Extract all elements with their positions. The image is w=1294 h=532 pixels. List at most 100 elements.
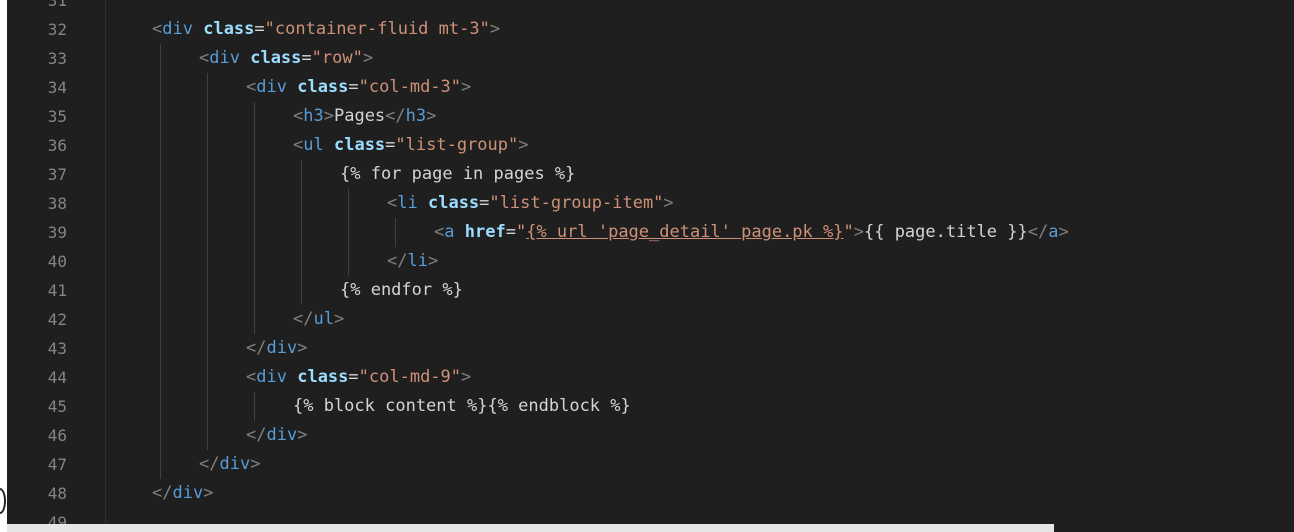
code-line[interactable]: <div class="col-md-3"> [246,73,471,102]
code-token-attr: class [297,367,349,387]
code-token-tag: li [397,193,418,213]
code-token-punct: > [323,106,334,126]
code-token-eq: = [301,48,312,68]
code-line[interactable]: <ul class="list-group"> [293,131,529,160]
horizontal-scrollbar[interactable] [7,524,1054,532]
code-token-attr: href [464,222,506,242]
code-token-tag: h3 [405,106,427,126]
code-token-tag: ul [303,135,324,155]
code-token-punct: > [333,309,345,329]
code-token-punct: < [152,19,163,39]
code-token-tag: div [256,367,287,387]
code-token-attr: class [427,193,480,213]
code-token-eq: = [254,19,265,39]
code-token-tag: div [256,77,287,97]
code-token-link: {% url 'page_detail' page.pk %} [526,222,844,242]
code-line[interactable]: </div> [199,450,260,479]
code-token-str: " [843,222,854,242]
code-token-punct: < [434,222,445,242]
code-token-punct: > [297,338,308,358]
code-token-attr: class [203,19,255,39]
code-line[interactable]: {% for page in pages %} [340,160,575,189]
code-line[interactable]: </ul> [293,305,344,334]
code-token-punct: > [362,48,374,68]
code-token-eq: = [505,222,516,242]
code-token-eq: = [348,77,359,97]
indent-guide [207,73,208,450]
code-token-txt: {% block content %}{% endblock %} [293,396,631,416]
code-token-tag: div [219,454,251,474]
code-token-tag: div [209,48,240,68]
code-line[interactable]: {% block content %}{% endblock %} [293,392,631,421]
indent-guide [254,392,255,421]
code-editor[interactable]: 31 32 33 34 35 36 37 38 39 40 41 42 43 44 45 46 47 48 49 <… [7,0,1294,532]
code-token-punct: </ [387,251,408,271]
indent-guide [348,189,349,276]
code-line[interactable]: {% endfor %} [340,276,463,305]
code-token-punct: </ [1027,222,1049,242]
code-area[interactable]: <div class="container-fluid mt-3"> <div c… [7,0,1294,532]
code-line[interactable]: <a href="{% url 'page_detail' page.pk %}… [434,218,1069,247]
code-token-punct: < [293,135,304,155]
code-token-punct: > [489,19,501,39]
code-token-punct: < [387,193,398,213]
code-token-tag: div [162,19,193,39]
code-token-txt: Pages [333,106,386,126]
code-token-punct: > [250,454,261,474]
code-token-punct: > [461,367,472,387]
code-token-str: "col-md-9" [358,367,462,387]
code-token-punct: > [426,106,437,126]
indent-guide [160,44,161,479]
edge-glyph [0,488,6,514]
code-token-str: "list-group" [395,135,519,155]
code-token-str: "list-group-item" [489,193,664,213]
code-line[interactable]: <div class="row"> [199,44,373,73]
code-token-tag: div [266,425,298,445]
code-token-tag: a [444,222,455,242]
code-token-str: "col-md-3" [358,77,462,97]
code-token-punct: </ [152,483,173,503]
code-token-str: "container-fluid mt-3" [264,19,490,39]
code-token-punct: </ [293,309,314,329]
code-token-punct: </ [385,106,406,126]
code-line[interactable]: </div> [246,421,307,450]
code-line[interactable]: </div> [152,479,213,508]
code-token-eq: = [348,367,359,387]
code-token-punct: </ [246,425,267,445]
code-token-attr: class [333,135,386,155]
indent-guide [254,102,255,334]
code-token-punct: > [461,77,472,97]
code-token-txt: {% for page in pages %} [340,164,576,184]
code-token-attr: class [297,77,349,97]
code-token-eq: = [479,193,490,213]
code-line[interactable]: <div class="container-fluid mt-3"> [152,15,500,44]
code-token-eq: = [385,135,396,155]
code-token-punct: > [427,251,439,271]
code-token-punct: < [199,48,210,68]
code-token-punct: > [663,193,674,213]
code-token-punct: > [297,425,308,445]
code-line[interactable]: <li class="list-group-item"> [387,189,674,218]
code-token-tag: div [172,483,204,503]
code-token-punct: < [293,106,304,126]
code-line[interactable]: </li> [387,247,438,276]
code-token-str: "row" [311,48,363,68]
code-token-punct: < [246,367,257,387]
code-token-tag: h3 [303,106,324,126]
code-token-txt: {{ page.title }} [863,222,1028,242]
code-token-tag: li [407,251,428,271]
code-token-punct: > [1058,222,1069,242]
indent-guide [395,218,396,247]
code-token-punct: < [246,77,257,97]
code-token-str: " [515,222,527,242]
code-line[interactable]: </div> [246,334,307,363]
code-token-tag: a [1048,222,1059,242]
code-line[interactable]: <div class="col-md-9"> [246,363,471,392]
code-token-txt: {% endfor %} [340,280,463,300]
code-line[interactable]: <h3>Pages</h3> [293,102,436,131]
